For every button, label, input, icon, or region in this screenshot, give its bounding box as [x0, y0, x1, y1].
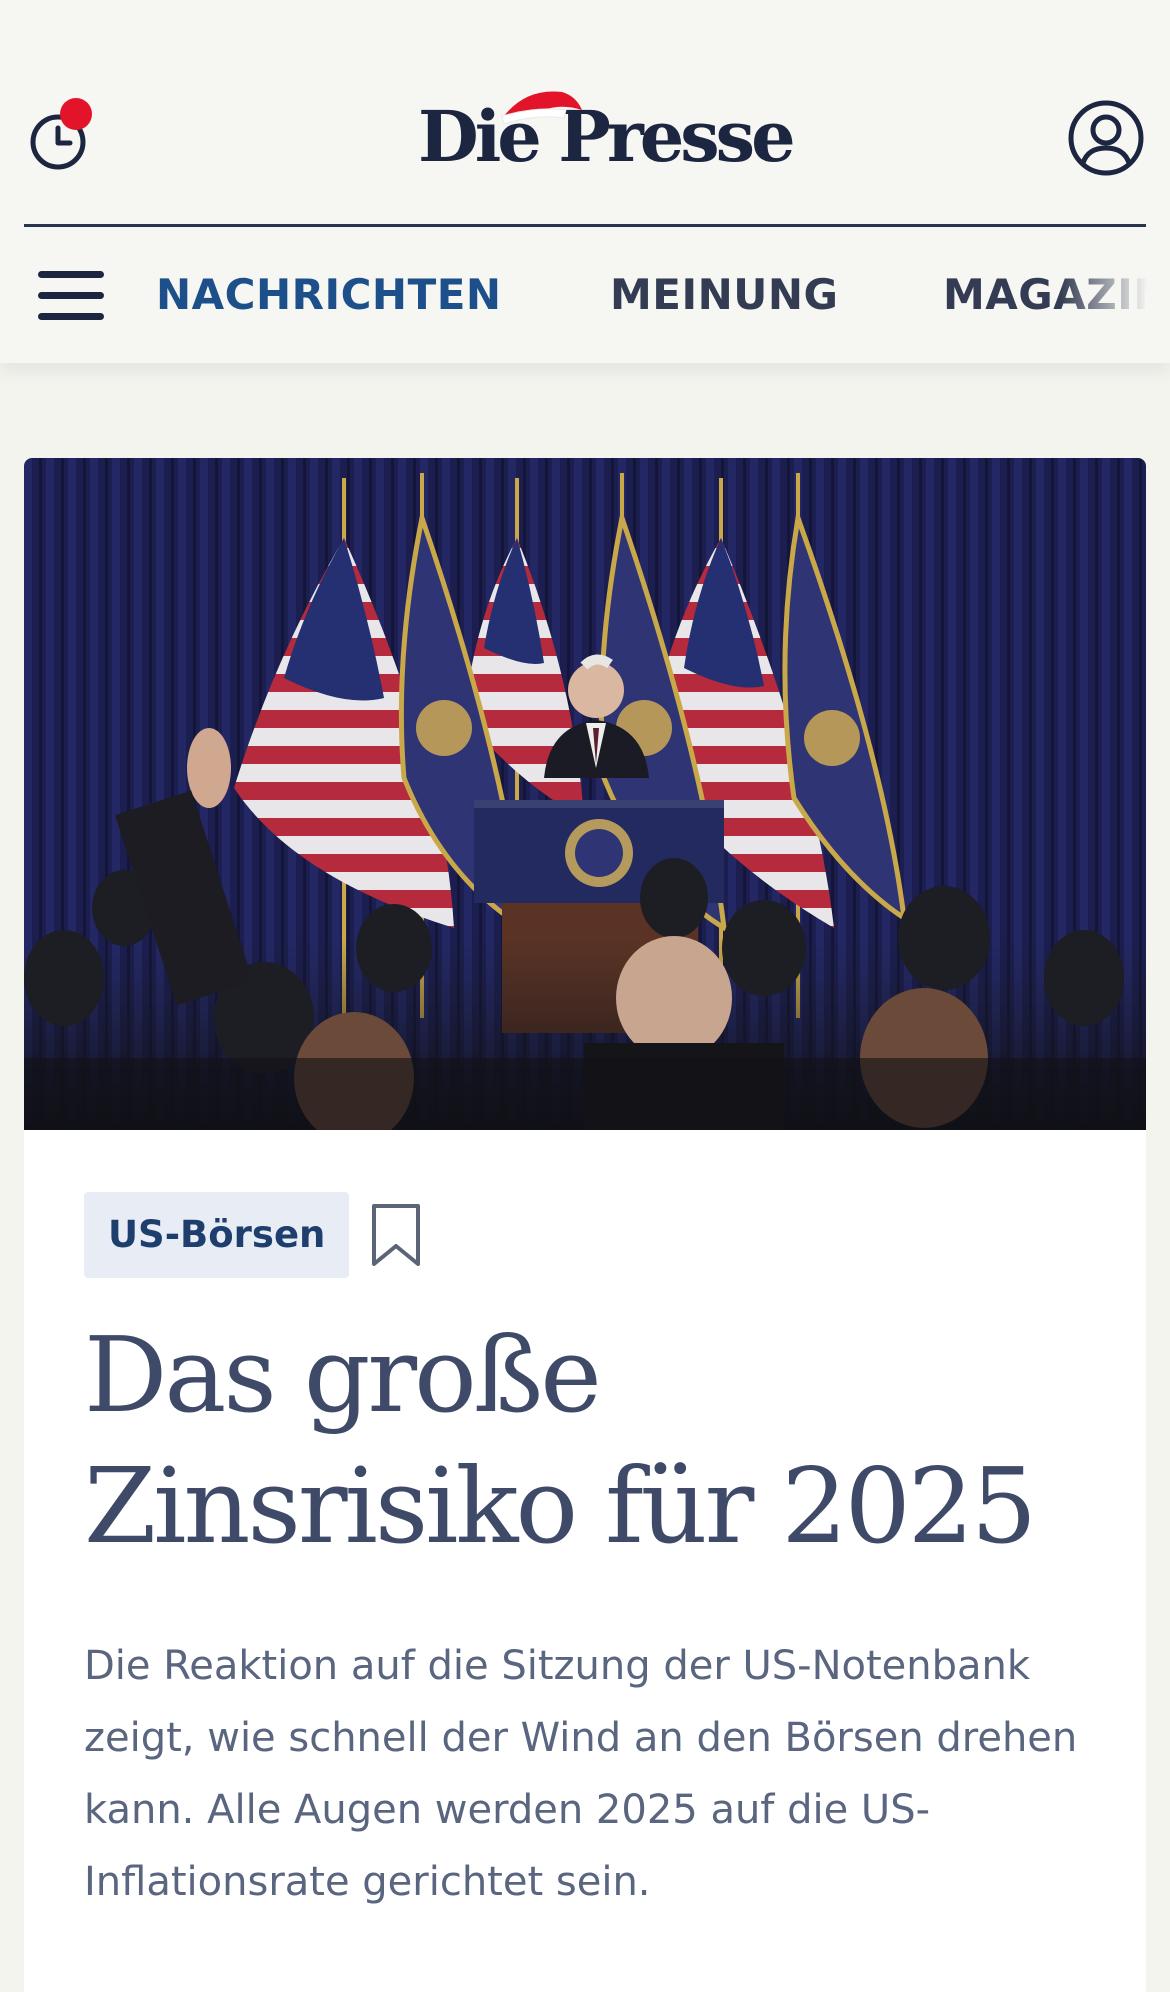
article-headline[interactable]: Das große Zinsrisiko für 2025 [84, 1310, 1084, 1572]
notification-dot [60, 98, 92, 130]
nav-item-nachrichten[interactable]: NACHRICHTEN [156, 269, 502, 321]
santa-hat-icon [501, 91, 582, 125]
category-tag[interactable]: US-Börsen [84, 1192, 350, 1278]
press-conference-photo[interactable] [24, 458, 1146, 1130]
top-header: Die Presse [0, 0, 1170, 227]
hamburger-menu-icon[interactable] [38, 269, 106, 323]
logo-text: Die Presse [418, 95, 796, 178]
bookmark-button[interactable] [368, 1202, 424, 1270]
bookmark-icon [372, 1204, 420, 1266]
account-button[interactable] [1066, 98, 1146, 178]
user-account-icon [1068, 100, 1144, 176]
nav-item-meinung[interactable]: MEINUNG [610, 269, 839, 321]
section-nav: NACHRICHTEN MEINUNG MAGAZIN [0, 227, 1170, 363]
article-lead: Die Reaktion auf die Sitzung der US-Note… [84, 1643, 1078, 1905]
die-presse-logo[interactable]: Die Presse [418, 91, 796, 182]
nav-scroll-fade [1060, 227, 1170, 363]
article-teaser-card: US-Börsen Das große Zinsrisiko für 2025 … [24, 458, 1146, 1992]
